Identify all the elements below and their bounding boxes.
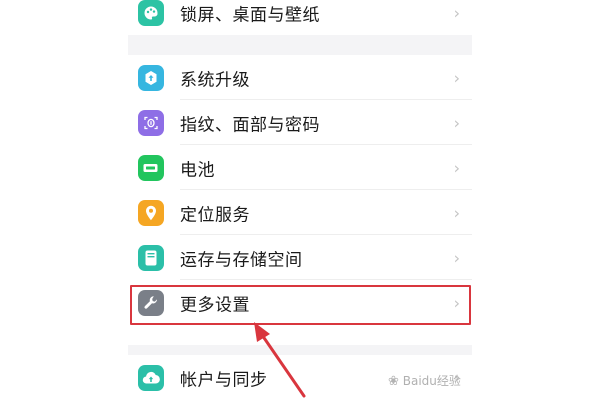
cloud-sync-icon bbox=[138, 364, 164, 391]
chevron-right-icon: › bbox=[453, 203, 460, 222]
battery-icon bbox=[138, 154, 164, 181]
settings-item-system-update[interactable]: 系统升级 › bbox=[128, 55, 472, 100]
chevron-right-icon: › bbox=[453, 248, 460, 267]
storage-icon bbox=[138, 244, 164, 271]
watermark-logo-icon: ❀ bbox=[388, 374, 399, 389]
settings-item-lockscreen-wallpaper[interactable]: 锁屏、桌面与壁纸 › bbox=[128, 0, 472, 35]
location-pin-icon bbox=[138, 199, 164, 226]
palette-icon bbox=[138, 0, 164, 26]
fingerprint-icon bbox=[138, 109, 164, 136]
settings-item-fingerprint-face-password[interactable]: 指纹、面部与密码 › bbox=[128, 100, 472, 145]
chevron-right-icon: › bbox=[453, 158, 460, 177]
chevron-right-icon: › bbox=[453, 68, 460, 87]
settings-item-location-service[interactable]: 定位服务 › bbox=[128, 190, 472, 235]
settings-item-label: 锁屏、桌面与壁纸 bbox=[180, 5, 320, 25]
settings-group-display: 锁屏、桌面与壁纸 › bbox=[128, 0, 472, 35]
settings-item-label: 定位服务 bbox=[180, 205, 250, 225]
settings-item-label: 指纹、面部与密码 bbox=[180, 115, 320, 135]
watermark: ❀ Baidu经验 bbox=[388, 372, 461, 389]
system-update-icon bbox=[138, 64, 164, 91]
settings-item-label: 电池 bbox=[180, 160, 215, 180]
settings-item-label: 运存与存储空间 bbox=[180, 250, 303, 270]
chevron-right-icon: › bbox=[453, 3, 460, 22]
settings-item-memory-storage[interactable]: 运存与存储空间 › bbox=[128, 235, 472, 280]
watermark-text: Baidu经验 bbox=[402, 374, 461, 388]
settings-item-label: 系统升级 bbox=[180, 70, 250, 90]
settings-item-battery[interactable]: 电池 › bbox=[128, 145, 472, 190]
annotation-arrow-icon bbox=[254, 322, 306, 398]
chevron-right-icon: › bbox=[453, 113, 460, 132]
